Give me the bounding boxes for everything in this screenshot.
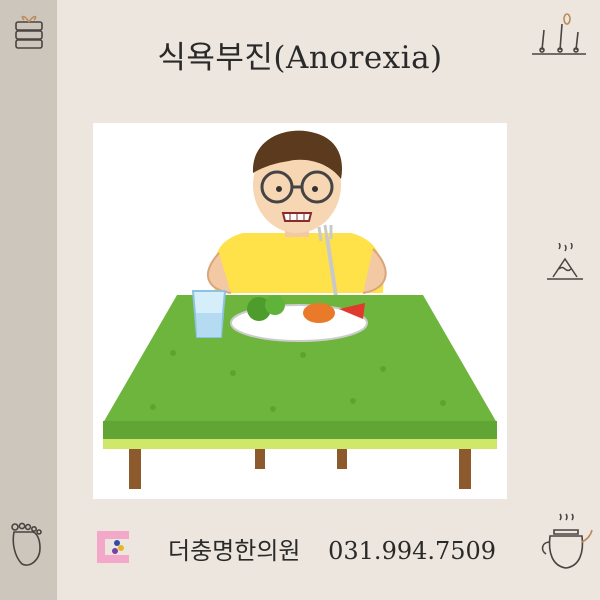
page-title: 식욕부진(Anorexia)	[157, 40, 443, 76]
teapot-icon	[541, 513, 593, 569]
illustration-panel	[93, 123, 507, 499]
clinic-logo-icon	[97, 531, 129, 563]
clinic-name: 더충명한의원	[168, 537, 301, 565]
boy-at-table-illustration	[103, 130, 497, 489]
clinic-contact: 더충명한의원 031.994.7509	[168, 531, 496, 566]
steaming-herb-icon	[547, 243, 583, 280]
foot-icon	[11, 522, 42, 566]
clinic-phone[interactable]: 031.994.7509	[328, 537, 496, 565]
side-strip	[0, 0, 57, 600]
